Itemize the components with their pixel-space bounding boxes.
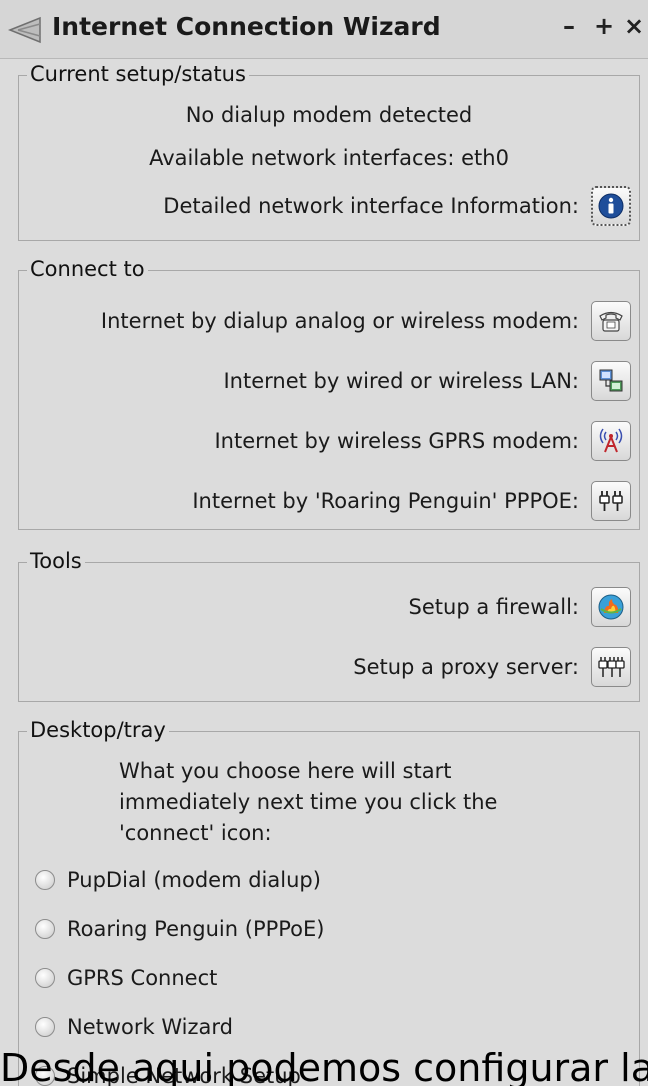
radio-option-roaring-penguin[interactable]: Roaring Penguin (PPPoE) (35, 911, 325, 947)
radio-label: GPRS Connect (67, 966, 218, 990)
desktop-description-line: 'connect' icon: (119, 821, 272, 845)
connect-frame-label: Connect to (27, 254, 148, 284)
desktop-frame: Desktop/tray What you choose here will s… (18, 715, 640, 1086)
desktop-description-line: What you choose here will start (119, 759, 452, 783)
pppoe-button[interactable] (591, 481, 631, 521)
maximize-button[interactable]: + (594, 12, 614, 40)
detail-info-row: Detailed network interface Information: (163, 184, 631, 228)
radio-option-network-wizard[interactable]: Network Wizard (35, 1009, 233, 1045)
radio-button[interactable] (35, 919, 55, 939)
detail-info-button[interactable] (591, 186, 631, 226)
firewall-label: Setup a firewall: (408, 595, 579, 619)
connect-frame: Connect to Internet by dialup analog or … (18, 254, 640, 530)
proxy-button[interactable] (591, 647, 631, 687)
radio-label: Roaring Penguin (PPPoE) (67, 917, 325, 941)
connect-dialup-label: Internet by dialup analog or wireless mo… (100, 309, 579, 333)
antenna-icon (599, 428, 623, 453)
radio-label: Network Wizard (67, 1015, 233, 1039)
detail-info-label: Detailed network interface Information: (163, 194, 579, 218)
tools-frame-label: Tools (27, 546, 85, 576)
gprs-modem-button[interactable] (591, 421, 631, 461)
radio-option-gprs-connect[interactable]: GPRS Connect (35, 960, 217, 996)
radio-label: PupDial (modem dialup) (67, 868, 321, 892)
window-menu-icon[interactable] (6, 16, 46, 44)
proxy-label: Setup a proxy server: (353, 655, 579, 679)
connect-row-pppoe: Internet by 'Roaring Penguin' PPPOE: (192, 479, 631, 523)
tools-frame: Tools Setup a firewall: Setup a proxy se… (18, 546, 640, 702)
desktop-description-line: immediately next time you click the (119, 790, 498, 814)
desktop-frame-label: Desktop/tray (27, 715, 169, 745)
info-icon (598, 193, 624, 219)
radio-option-pupdial[interactable]: PupDial (modem dialup) (35, 862, 321, 898)
window-title: Internet Connection Wizard (52, 12, 441, 41)
modem-status-text: No dialup modem detected (185, 103, 473, 127)
desktop-description: What you choose here will start immediat… (119, 756, 539, 849)
proxy-icon (598, 657, 625, 677)
firewall-icon (598, 594, 624, 620)
lan-button[interactable] (591, 361, 631, 401)
close-button[interactable]: × (624, 12, 644, 40)
interfaces-status-text: Available network interfaces: eth0 (149, 146, 509, 170)
radio-button[interactable] (35, 968, 55, 988)
plug-icon (599, 491, 623, 511)
status-frame-label: Current setup/status (27, 59, 249, 89)
connect-pppoe-label: Internet by 'Roaring Penguin' PPPOE: (192, 489, 579, 513)
radio-button[interactable] (35, 870, 55, 890)
connect-lan-label: Internet by wired or wireless LAN: (223, 369, 579, 393)
tools-row-firewall: Setup a firewall: (409, 585, 631, 629)
connect-row-dialup: Internet by dialup analog or wireless mo… (101, 299, 631, 343)
status-frame: Current setup/status No dialup modem det… (18, 59, 640, 241)
connect-row-lan: Internet by wired or wireless LAN: (223, 359, 631, 403)
overlay-caption: Desde aqui podemos configurar la red de … (0, 1050, 648, 1086)
dialup-modem-button[interactable] (591, 301, 631, 341)
telephone-icon (599, 311, 623, 332)
connect-row-gprs: Internet by wireless GPRS modem: (214, 419, 631, 463)
tools-row-proxy: Setup a proxy server: (353, 645, 631, 689)
radio-button[interactable] (35, 1017, 55, 1037)
connect-gprs-label: Internet by wireless GPRS modem: (214, 429, 579, 453)
title-bar[interactable]: Internet Connection Wizard – + × (0, 0, 648, 59)
firewall-button[interactable] (591, 587, 631, 627)
network-computers-icon (599, 369, 623, 392)
minimize-button[interactable]: – (563, 12, 575, 40)
internet-connection-wizard-window: Internet Connection Wizard – + × Current… (0, 0, 648, 1086)
